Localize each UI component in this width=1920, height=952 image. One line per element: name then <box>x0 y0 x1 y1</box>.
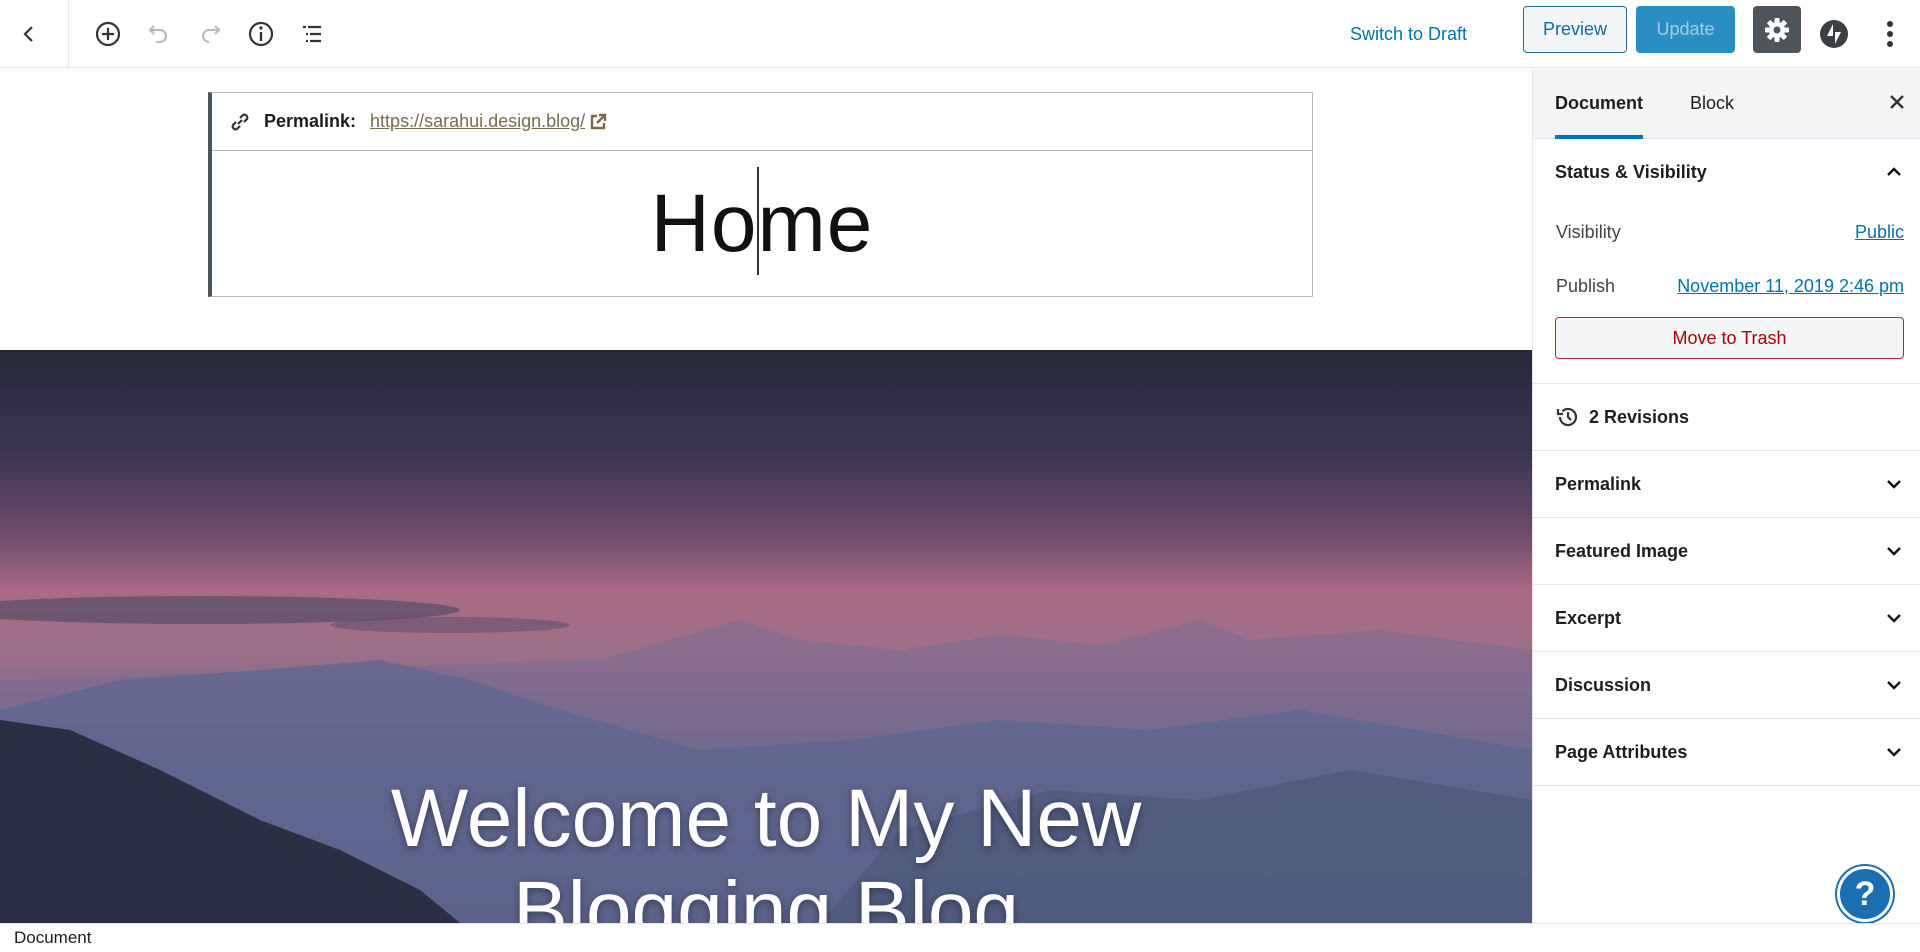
breadcrumb-document[interactable]: Document <box>14 928 91 947</box>
close-sidebar-button[interactable] <box>1882 87 1912 117</box>
block-breadcrumb: Document <box>0 923 1920 952</box>
more-options-button[interactable] <box>1870 14 1910 54</box>
featured-image-panel: Featured Image <box>1533 518 1920 585</box>
featured-image-toggle[interactable]: Featured Image <box>1533 518 1920 584</box>
editor-canvas: Permalink: https://sarahui.design.blog/ … <box>0 69 1532 923</box>
chevron-down-icon <box>1887 748 1901 757</box>
help-button[interactable]: ? <box>1837 866 1893 922</box>
list-icon <box>303 25 321 43</box>
bolt-icon <box>1820 20 1848 48</box>
panel-title: Page Attributes <box>1555 741 1688 762</box>
excerpt-toggle[interactable]: Excerpt <box>1533 585 1920 651</box>
status-visibility-toggle[interactable]: Status & Visibility <box>1533 139 1920 205</box>
visibility-row: Visibility Public <box>1533 205 1920 259</box>
revisions-link[interactable]: 2 Revisions <box>1533 384 1920 450</box>
excerpt-panel: Excerpt <box>1533 585 1920 652</box>
link-icon <box>231 113 249 130</box>
page-attributes-panel: Page Attributes <box>1533 719 1920 786</box>
move-to-trash-button[interactable]: Move to Trash <box>1555 317 1904 359</box>
chevron-left-icon <box>23 26 33 42</box>
publish-row: Publish November 11, 2019 2:46 pm <box>1533 259 1920 313</box>
kebab-icon <box>1887 21 1893 47</box>
outline-button[interactable] <box>292 14 332 54</box>
history-icon <box>1556 407 1578 427</box>
publish-label: Publish <box>1556 275 1616 296</box>
panel-title: Status & Visibility <box>1555 161 1707 182</box>
jetpack-button[interactable] <box>1814 14 1854 54</box>
permalink-label: Permalink: <box>264 111 357 131</box>
permalink-toggle[interactable]: Permalink <box>1533 451 1920 517</box>
publish-date-link[interactable]: November 11, 2019 2:46 pm <box>1677 276 1904 297</box>
settings-sidebar: Document Block Status & Visibility Visib… <box>1532 69 1920 923</box>
top-toolbar: Switch to Draft Preview Update <box>0 0 1920 68</box>
plus-circle-icon <box>95 21 121 47</box>
page-attributes-toggle[interactable]: Page Attributes <box>1533 719 1920 785</box>
tab-block[interactable]: Block <box>1690 69 1734 139</box>
undo-button[interactable] <box>139 14 179 54</box>
visibility-label: Visibility <box>1556 221 1621 242</box>
add-block-button[interactable] <box>88 14 128 54</box>
update-button[interactable]: Update <box>1636 6 1735 53</box>
chevron-down-icon <box>1887 547 1901 556</box>
permalink-bar: Permalink: https://sarahui.design.blog/ <box>212 93 1312 151</box>
sidebar-tabs: Document Block <box>1533 69 1920 139</box>
panel-title: Discussion <box>1555 674 1652 695</box>
settings-button[interactable] <box>1753 6 1801 53</box>
text-caret <box>757 167 759 275</box>
question-mark-icon: ? <box>1854 874 1876 913</box>
revisions-panel[interactable]: 2 Revisions <box>1533 384 1920 451</box>
post-title-input[interactable]: Home <box>212 151 1312 297</box>
preview-button[interactable]: Preview <box>1523 6 1627 53</box>
tab-document[interactable]: Document <box>1555 69 1644 139</box>
post-title[interactable]: Home <box>651 177 874 271</box>
info-icon <box>248 21 274 47</box>
gear-icon <box>1765 17 1789 42</box>
chevron-down-icon <box>1887 480 1901 489</box>
post-title-block: Permalink: https://sarahui.design.blog/ … <box>208 92 1313 297</box>
cover-heading-line-2: Blogging Blog <box>512 865 1020 923</box>
divider <box>68 0 69 68</box>
redo-icon <box>201 25 221 44</box>
panel-title: Excerpt <box>1555 607 1622 628</box>
chevron-down-icon <box>1887 681 1901 690</box>
visibility-link[interactable]: Public <box>1855 222 1904 243</box>
redo-button[interactable] <box>190 14 230 54</box>
status-visibility-panel: Status & Visibility Visibility Public Pub… <box>1533 139 1920 384</box>
back-button[interactable] <box>9 14 49 54</box>
revisions-label: 2 Revisions <box>1589 406 1690 427</box>
external-link-icon[interactable] <box>589 113 607 131</box>
close-icon <box>1890 95 1904 109</box>
permalink-panel: Permalink <box>1533 451 1920 518</box>
panel-title: Featured Image <box>1555 540 1689 561</box>
chevron-down-icon <box>1887 614 1901 623</box>
cover-block[interactable]: Welcome to My New Blogging Blog <box>0 350 1532 923</box>
discussion-toggle[interactable]: Discussion <box>1533 652 1920 718</box>
permalink-url[interactable]: https://sarahui.design.blog/ <box>370 111 585 132</box>
chevron-up-icon <box>1887 167 1901 176</box>
switch-to-draft-button[interactable]: Switch to Draft <box>1350 18 1467 50</box>
cover-heading-line-1: Welcome to My New <box>390 773 1142 864</box>
undo-icon <box>148 25 168 44</box>
discussion-panel: Discussion <box>1533 652 1920 719</box>
panel-title: Permalink <box>1555 473 1642 494</box>
cover-heading[interactable]: Welcome to My New Blogging Blog <box>0 773 1532 923</box>
info-button[interactable] <box>241 14 281 54</box>
